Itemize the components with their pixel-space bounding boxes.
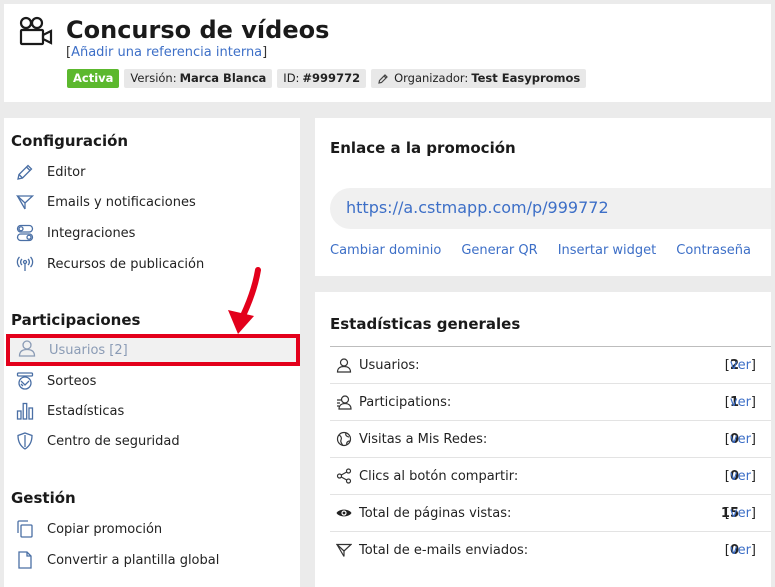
sidebar: Configuración Editor Emails y notificaci…: [4, 118, 300, 587]
panel-title-enlace: Enlace a la promoción: [330, 139, 516, 157]
version-badge: Versión: Marca Blanca: [124, 69, 273, 88]
send-icon: [336, 543, 352, 557]
sidebar-item-estadisticas[interactable]: Estadísticas: [4, 397, 300, 425]
add-internal-reference-link[interactable]: Añadir una referencia interna: [71, 45, 262, 60]
user-icon: [18, 340, 36, 357]
section-title-participaciones: Participaciones: [11, 311, 141, 329]
user-icon: [336, 358, 352, 373]
promotion-badges: Activa Versión: Marca Blanca ID: #999772 O…: [67, 69, 587, 88]
sidebar-item-sorteos[interactable]: Sorteos: [4, 367, 300, 395]
ver-clics-link[interactable]: ver: [730, 469, 751, 484]
pencil-icon: [17, 164, 33, 180]
participations-icon: [337, 395, 352, 410]
promotion-link-panel: Enlace a la promoción https://a.cstmapp.…: [315, 118, 771, 276]
general-stats-panel: Estadísticas generales Usuarios: 2 [ver]…: [315, 292, 771, 587]
section-title-configuracion: Configuración: [11, 132, 129, 150]
insert-widget-link[interactable]: Insertar widget: [558, 243, 657, 258]
link-actions: Cambiar dominio Generar QR Insertar widg…: [330, 243, 751, 258]
sidebar-item-convertir[interactable]: Convertir a plantilla global: [4, 546, 300, 574]
promotion-url-link[interactable]: https://a.cstmapp.com/p/999772: [346, 198, 609, 217]
sidebar-item-usuarios[interactable]: Usuarios [2]: [6, 334, 300, 366]
toggles-icon: [16, 224, 34, 242]
file-icon: [18, 551, 32, 569]
stat-row-visitas: Visitas a Mis Redes: 0 [ver]: [330, 421, 771, 458]
password-link[interactable]: Contraseña: [676, 243, 751, 258]
ver-paginas-link[interactable]: ver: [730, 506, 751, 521]
pencil-icon: [378, 73, 388, 84]
globe-icon: [336, 431, 352, 447]
raffle-drum-icon: [16, 372, 34, 390]
promotion-url-box: https://a.cstmapp.com/p/999772: [330, 188, 771, 229]
sidebar-item-editor[interactable]: Editor: [4, 158, 300, 186]
internal-reference: [Añadir una referencia interna]: [66, 45, 268, 60]
promotion-header: Concurso de vídeos [Añadir una referenci…: [4, 4, 771, 102]
stat-row-clics-compartir: Clics al botón compartir: 0 [ver]: [330, 458, 771, 495]
share-icon: [336, 468, 352, 484]
stat-row-paginas-vistas: Total de páginas vistas: 15 [ver]: [330, 495, 771, 532]
sidebar-item-copiar[interactable]: Copiar promoción: [4, 515, 300, 543]
shield-icon: [17, 432, 33, 450]
ver-emails-link[interactable]: ver: [730, 543, 751, 558]
id-badge: ID: #999772: [277, 69, 367, 88]
copy-icon: [17, 520, 33, 538]
send-icon: [16, 195, 34, 210]
sidebar-item-integraciones[interactable]: Integraciones: [4, 219, 300, 247]
page-title: Concurso de vídeos: [66, 16, 330, 44]
stat-row-emails-enviados: Total de e-mails enviados: 0 [ver]: [330, 532, 771, 569]
stat-row-usuarios: Usuarios: 2 [ver]: [330, 347, 771, 384]
annotation-arrow-icon: [228, 267, 261, 334]
generate-qr-link[interactable]: Generar QR: [461, 243, 537, 258]
ver-visitas-link[interactable]: ver: [730, 432, 751, 447]
sidebar-item-emails[interactable]: Emails y notificaciones: [4, 188, 300, 216]
bar-chart-icon: [16, 402, 34, 420]
broadcast-icon: [16, 256, 34, 271]
sidebar-item-centro-seguridad[interactable]: Centro de seguridad: [4, 427, 300, 455]
ver-participations-link[interactable]: ver: [730, 395, 751, 410]
section-title-gestion: Gestión: [11, 489, 76, 507]
status-badge: Activa: [67, 69, 120, 88]
ver-usuarios-link[interactable]: ver: [730, 358, 751, 373]
stat-row-participations: Participations: 1 [ver]: [330, 384, 771, 421]
organizer-badge[interactable]: Organizador: Test Easypromos: [371, 69, 587, 88]
panel-title-estadisticas: Estadísticas generales: [330, 315, 521, 333]
video-camera-icon: [19, 16, 53, 46]
change-domain-link[interactable]: Cambiar dominio: [330, 243, 441, 258]
eye-icon: [336, 509, 352, 517]
